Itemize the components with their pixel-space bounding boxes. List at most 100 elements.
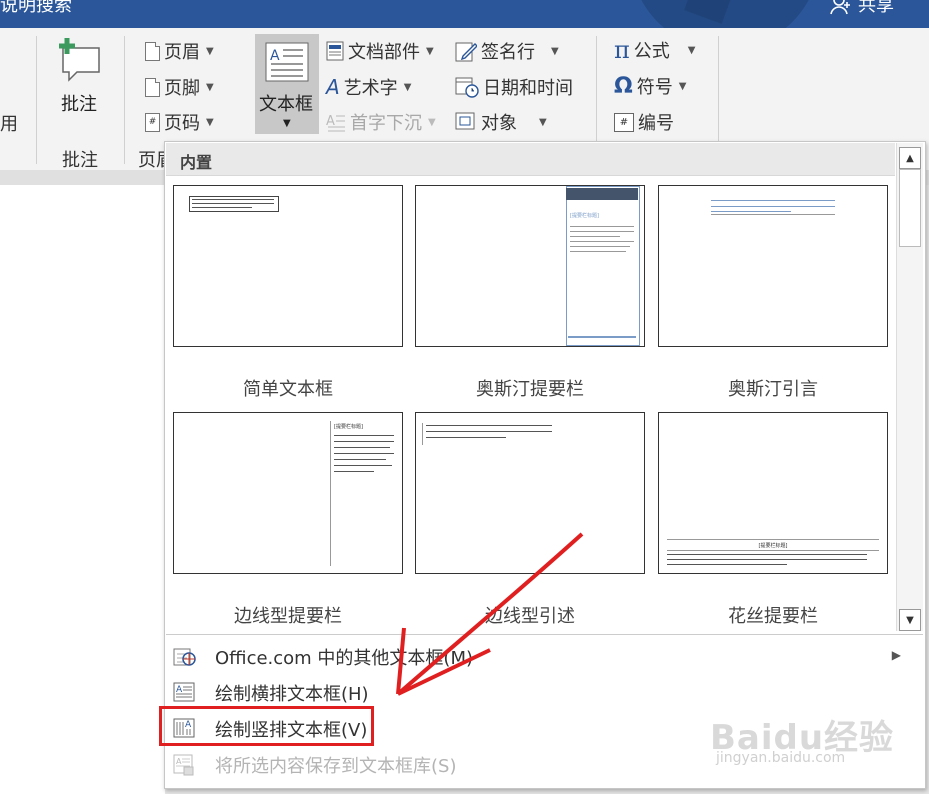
thumb-sidebar-title: [提要栏标题] xyxy=(334,424,363,430)
wordart-button[interactable]: A 艺术字 ▼ xyxy=(326,74,411,100)
share-button[interactable]: 共享 xyxy=(830,0,894,17)
thumb-text-line xyxy=(667,564,787,565)
textbox-gallery-panel: 内置 ▲ ▼ 简单文本框 [提要栏标题] 奥斯汀提要栏 奥斯汀引言 [提要栏标题… xyxy=(164,141,926,789)
watermark-url: jingyan.baidu.com xyxy=(716,750,846,766)
object-label: 对象 xyxy=(481,113,517,134)
footer-button[interactable]: 页脚 ▼ xyxy=(145,74,214,100)
quick-parts-button[interactable]: 文档部件 ▼ xyxy=(326,38,434,64)
share-label: 共享 xyxy=(858,0,894,16)
page-number-label: 页码 xyxy=(164,113,200,134)
menu-divider xyxy=(166,634,923,635)
gallery-item-filigree-sidebar[interactable]: [提要栏标题] 花丝提要栏 xyxy=(658,412,888,627)
scroll-up-icon[interactable]: ▲ xyxy=(899,147,921,169)
thumb-text-line xyxy=(570,251,626,252)
header-button[interactable]: 页眉 ▼ xyxy=(145,38,214,64)
header-icon xyxy=(145,41,160,61)
thumb-side-line xyxy=(422,423,423,445)
document-page[interactable] xyxy=(0,185,165,794)
thumb-text-line xyxy=(334,435,394,436)
comment-button-label: 批注 xyxy=(61,94,97,115)
signature-line-icon xyxy=(455,42,477,62)
date-time-label: 日期和时间 xyxy=(483,78,573,99)
quick-parts-icon xyxy=(326,41,344,61)
dropdown-arrow-icon: ▼ xyxy=(426,45,434,57)
horizontal-textbox-icon: A xyxy=(173,682,197,704)
tell-me-search[interactable]: 说明搜索 xyxy=(0,0,72,17)
thumb-sidebar-footer xyxy=(568,336,636,338)
thumb-side-line-quote xyxy=(415,412,645,574)
thumb-side-line xyxy=(330,421,331,566)
section-title: 内置 xyxy=(180,153,213,172)
thumb-text-line xyxy=(570,236,620,237)
thumb-text-line xyxy=(426,425,552,426)
gallery-item-label: 奥斯汀提要栏 xyxy=(476,379,584,400)
dropdown-arrow-icon: ▼ xyxy=(206,81,214,93)
thumb-filigree-line xyxy=(667,539,879,540)
dropdown-arrow-icon: ▼ xyxy=(687,44,696,56)
textbox-icon: A xyxy=(265,42,309,82)
number-icon: # xyxy=(614,112,634,132)
thumb-filigree-line xyxy=(667,550,879,551)
footer-label: 页脚 xyxy=(164,78,200,99)
date-time-button[interactable]: 日期和时间 xyxy=(455,74,573,100)
thumb-text-line xyxy=(192,199,274,200)
scroll-thumb[interactable] xyxy=(899,169,921,247)
thumb-text-line xyxy=(334,453,394,454)
page-number-icon: # xyxy=(145,112,160,132)
thumb-side-line-sidebar: [提要栏标题] xyxy=(173,412,403,574)
menu-item-office-com[interactable]: Office.com 中的其他文本框(M) ▶ xyxy=(171,640,911,674)
dropdown-arrow-icon: ▼ xyxy=(551,45,559,57)
dropdown-arrow-icon: ▼ xyxy=(428,116,436,128)
thumb-sidebar-frame xyxy=(566,186,640,346)
thumb-text-line xyxy=(570,226,634,227)
quick-parts-label: 文档部件 xyxy=(348,42,420,63)
date-time-icon xyxy=(455,77,479,98)
thumb-text-line xyxy=(334,447,390,448)
equation-button[interactable]: π 公式 ▼ xyxy=(614,36,695,64)
wordart-icon: A xyxy=(326,75,340,99)
thumb-austin-sidebar: [提要栏标题] xyxy=(415,185,645,347)
partial-ribbon-label: 用 xyxy=(0,114,18,135)
gallery-scrollbar[interactable]: ▲ ▼ xyxy=(896,143,923,631)
menu-item-label: Office.com 中的其他文本框(M) xyxy=(215,648,474,669)
thumb-text-line xyxy=(667,559,867,560)
dropdown-arrow-icon: ▼ xyxy=(539,116,547,128)
equation-label: 公式 xyxy=(633,41,670,62)
gallery-item-side-line-quote[interactable]: 边线型引述 xyxy=(415,412,645,627)
number-label: 编号 xyxy=(638,113,674,134)
thumb-austin-quote xyxy=(658,185,888,347)
gallery-item-simple-textbox[interactable]: 简单文本框 xyxy=(173,185,403,400)
number-button[interactable]: # 编号 xyxy=(614,109,674,135)
drop-cap-icon: A xyxy=(326,114,345,132)
ribbon-separator xyxy=(124,36,125,164)
thumb-text-line xyxy=(667,554,867,555)
menu-item-label: 将所选内容保存到文本框库(S) xyxy=(215,756,457,777)
thumb-text-line xyxy=(334,471,374,472)
textbox-label: 文本框 xyxy=(259,94,313,115)
dropdown-arrow-icon: ▼ xyxy=(403,81,412,93)
drop-cap-button[interactable]: A 首字下沉 ▼ xyxy=(326,109,436,135)
dropdown-arrow-icon: ▼ xyxy=(283,118,291,129)
comment-button[interactable]: 批注 xyxy=(55,36,103,116)
gallery-item-label: 边线型引述 xyxy=(485,606,575,627)
object-button[interactable]: 对象 ▼ xyxy=(455,109,547,135)
thumb-sidebar-title: [提要栏标题] xyxy=(570,213,599,219)
gallery-item-austin-quote[interactable]: 奥斯汀引言 xyxy=(658,185,888,400)
page-number-button[interactable]: # 页码 ▼ xyxy=(145,109,214,135)
gallery-item-side-line-sidebar[interactable]: [提要栏标题] 边线型提要栏 xyxy=(173,412,403,627)
gallery-item-austin-sidebar[interactable]: [提要栏标题] 奥斯汀提要栏 xyxy=(415,185,645,400)
textbox-button[interactable]: A 文本框 ▼ xyxy=(255,34,319,134)
signature-line-button[interactable]: 签名行 ▼ xyxy=(455,38,559,64)
dropdown-arrow-icon: ▼ xyxy=(206,45,214,57)
thumb-quote-underline xyxy=(711,214,835,215)
thumb-text-line xyxy=(192,207,252,208)
scroll-down-icon[interactable]: ▼ xyxy=(899,609,921,631)
symbol-button[interactable]: Ω 符号 ▼ xyxy=(614,73,686,99)
gallery-item-label: 简单文本框 xyxy=(243,379,333,400)
thumb-quote-line xyxy=(711,206,835,207)
thumb-text-line xyxy=(334,441,394,442)
thumb-text-line xyxy=(570,231,634,232)
footer-icon xyxy=(145,77,160,97)
dropdown-arrow-icon: ▼ xyxy=(206,116,214,128)
annotation-highlight-box xyxy=(159,706,374,746)
